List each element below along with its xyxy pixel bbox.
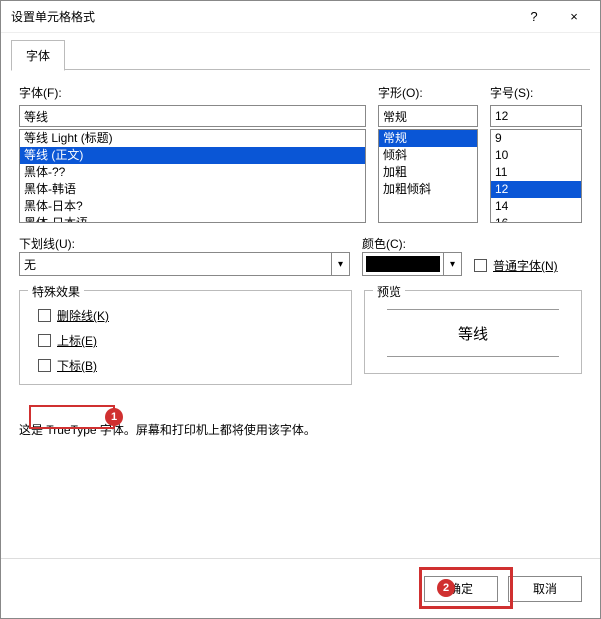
preview-box: 等线	[387, 309, 559, 357]
list-item[interactable]: 黑体-日本?	[20, 198, 365, 215]
close-button[interactable]: ×	[554, 3, 594, 31]
chevron-down-icon: ▾	[443, 253, 461, 275]
help-button[interactable]: ?	[514, 3, 554, 31]
style-label: 字形(O):	[378, 84, 478, 101]
format-cells-dialog: 设置单元格格式 ? × 字体 字体(F): 等线 Light (标题)等线 (正…	[0, 0, 601, 619]
strikethrough-checkbox[interactable]: 删除线(K)	[38, 307, 341, 324]
cancel-button[interactable]: 取消	[508, 576, 582, 602]
list-item[interactable]: 常规	[379, 130, 477, 147]
list-item[interactable]: 等线 (正文)	[20, 147, 365, 164]
dialog-title: 设置单元格格式	[11, 8, 514, 25]
list-item[interactable]: 加粗	[379, 164, 477, 181]
font-listbox[interactable]: 等线 Light (标题)等线 (正文)黑体-??黑体-韩语黑体-日本?黑体-日…	[19, 129, 366, 223]
list-item[interactable]: 黑体-韩语	[20, 181, 365, 198]
font-label: 字体(F):	[19, 84, 366, 101]
list-item[interactable]: 等线 Light (标题)	[20, 130, 365, 147]
color-combo[interactable]: ▾	[362, 252, 462, 276]
subscript-checkbox[interactable]: 下标(B)	[38, 357, 341, 374]
tab-font[interactable]: 字体	[11, 40, 65, 71]
superscript-checkbox[interactable]: 上标(E)	[38, 332, 341, 349]
font-input[interactable]	[19, 105, 366, 127]
color-label: 颜色(C):	[362, 237, 406, 251]
list-item[interactable]: 12	[491, 181, 581, 198]
list-item[interactable]: 10	[491, 147, 581, 164]
effects-group: 特殊效果 删除线(K) 上标(E) 下标(B)	[19, 290, 352, 385]
underline-label: 下划线(U):	[19, 237, 75, 251]
preview-legend: 预览	[373, 283, 405, 300]
size-label: 字号(S):	[490, 84, 582, 101]
normal-font-checkbox[interactable]: 普通字体(N)	[474, 257, 558, 274]
content-area: 字体(F): 等线 Light (标题)等线 (正文)黑体-??黑体-韩语黑体-…	[1, 70, 600, 558]
titlebar: 设置单元格格式 ? ×	[1, 1, 600, 33]
list-item[interactable]: 14	[491, 198, 581, 215]
tab-strip: 字体	[1, 33, 600, 70]
ok-button[interactable]: 确定	[424, 576, 498, 602]
underline-combo[interactable]: 无 ▾	[19, 252, 350, 276]
effects-legend: 特殊效果	[28, 283, 84, 300]
list-item[interactable]: 16	[491, 215, 581, 223]
list-item[interactable]: 黑体-??	[20, 164, 365, 181]
list-item[interactable]: 加粗倾斜	[379, 181, 477, 198]
truetype-note: 这是 TrueType 字体。屏幕和打印机上都将使用该字体。	[19, 421, 582, 438]
size-input[interactable]	[490, 105, 582, 127]
style-listbox[interactable]: 常规倾斜加粗加粗倾斜	[378, 129, 478, 223]
chevron-down-icon: ▾	[331, 253, 349, 275]
footer: 2 确定 取消	[1, 558, 600, 618]
list-item[interactable]: 倾斜	[379, 147, 477, 164]
style-input[interactable]	[378, 105, 478, 127]
preview-group: 预览 等线	[364, 290, 582, 374]
list-item[interactable]: 黑体-日本语	[20, 215, 365, 223]
size-listbox[interactable]: 91011121416	[490, 129, 582, 223]
list-item[interactable]: 11	[491, 164, 581, 181]
color-swatch	[366, 256, 440, 272]
list-item[interactable]: 9	[491, 130, 581, 147]
